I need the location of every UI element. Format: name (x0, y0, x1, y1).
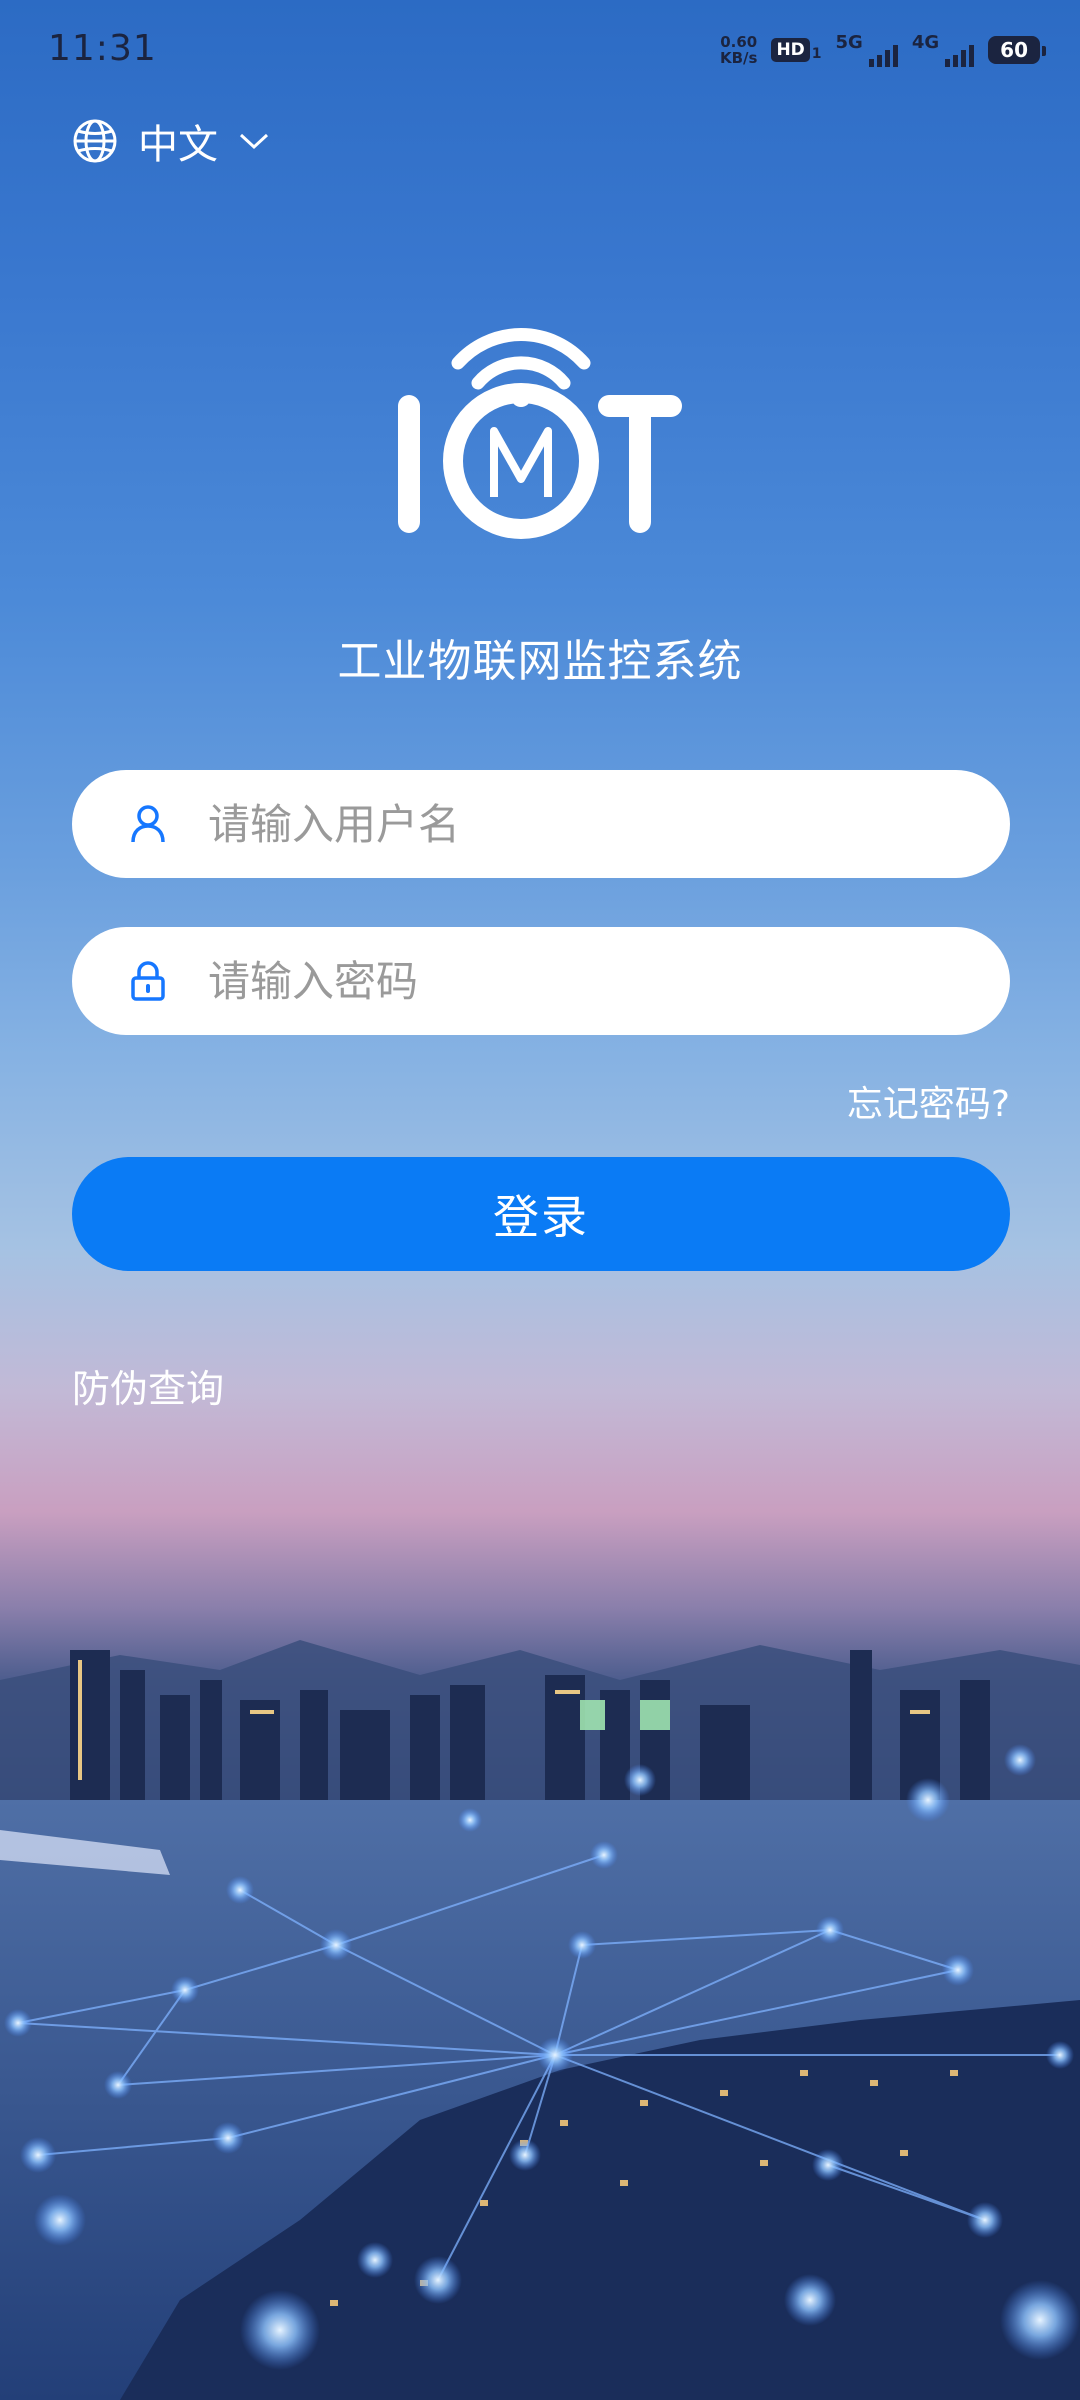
signal-5g-label: 5G (835, 32, 863, 53)
lock-icon (128, 961, 168, 1001)
network-speed: 0.60 KB/s (720, 34, 757, 66)
password-field[interactable] (72, 927, 1010, 1035)
city-network-illustration (0, 1640, 1080, 2400)
language-label: 中文 (138, 122, 218, 168)
login-button[interactable]: 登录 (72, 1157, 1010, 1271)
iot-logo (398, 328, 682, 539)
signal-4g-icon (945, 43, 975, 67)
network-speed-value: 0.60 (720, 32, 758, 51)
signal-4g-label: 4G (911, 32, 940, 53)
language-selector[interactable]: 中文 (72, 112, 270, 170)
battery-icon: 60 (988, 35, 1046, 64)
status-time: 11:31 (48, 28, 157, 69)
status-icons: 0.60 KB/s HD 1 5G 4G 60 (720, 32, 1046, 67)
app-title: 工业物联网监控系统 (337, 636, 743, 687)
globe-icon (73, 119, 117, 163)
signal-5g-icon (868, 43, 898, 67)
signal-4g: 4G (911, 32, 975, 67)
username-field[interactable] (72, 770, 1010, 878)
chevron-down-icon (239, 133, 269, 150)
user-icon (128, 804, 168, 844)
forgot-password-link[interactable]: 忘记密码? (847, 1075, 1010, 1127)
network-speed-unit: KB/s (719, 48, 758, 67)
password-input[interactable] (206, 955, 970, 1007)
hd-indicator: HD 1 (771, 37, 822, 62)
hd-sub: 1 (811, 45, 822, 62)
anti-counterfeit-link[interactable]: 防伪查询 (72, 1358, 224, 1413)
username-input[interactable] (206, 798, 970, 850)
signal-5g: 5G (836, 32, 898, 67)
status-bar: 11:31 0.60 KB/s HD 1 5G 4G 60 (0, 0, 1080, 100)
hd-icon: HD (771, 37, 810, 62)
